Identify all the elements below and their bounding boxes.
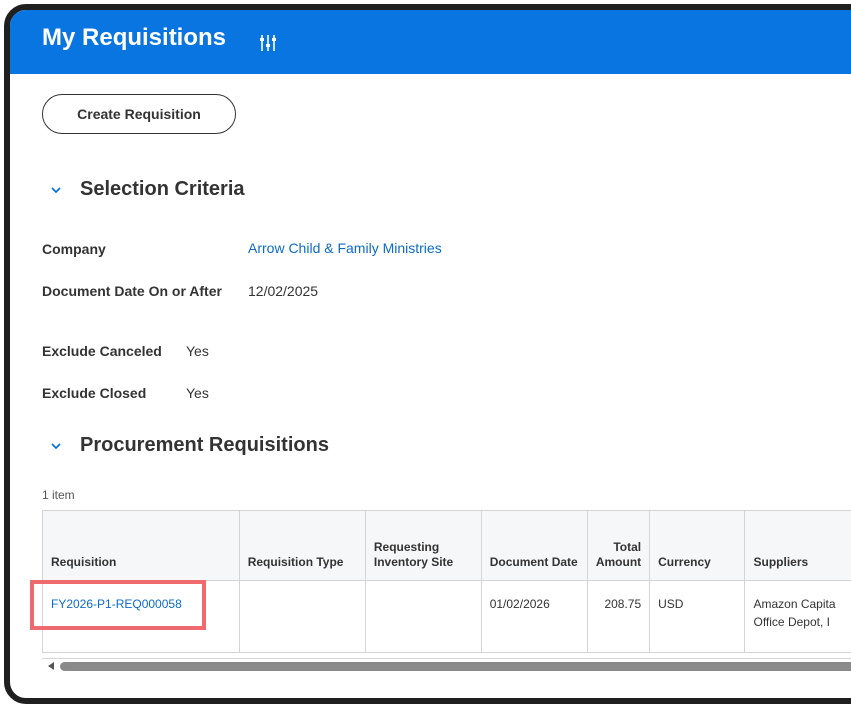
requisitions-table: Requisition Requisition Type Requesting … (42, 510, 851, 653)
table-header-row: Requisition Requisition Type Requesting … (43, 511, 851, 581)
column-header[interactable]: Requisition (43, 511, 240, 581)
company-link[interactable]: Arrow Child & Family Ministries (248, 240, 442, 256)
column-header[interactable]: Total Amount (587, 511, 649, 581)
exclude-canceled-label: Exclude Canceled (42, 343, 162, 359)
company-label: Company (42, 241, 106, 257)
column-header[interactable]: Requisition Type (239, 511, 365, 581)
scrollbar-thumb[interactable] (60, 662, 851, 671)
procurement-requisitions-header[interactable]: Procurement Requisitions (48, 434, 329, 457)
inventory-site-cell (365, 581, 481, 653)
exclude-canceled-value: Yes (186, 343, 209, 359)
requisition-cell: FY2026-P1-REQ000058 (43, 581, 240, 653)
page-header: My Requisitions (10, 10, 851, 74)
app-window: My Requisitions Create Requisition Selec… (4, 4, 851, 704)
exclude-closed-label: Exclude Closed (42, 385, 146, 401)
column-header[interactable]: Suppliers (745, 511, 851, 581)
selection-criteria-header[interactable]: Selection Criteria (48, 178, 245, 201)
document-date-label: Document Date On or After (42, 283, 222, 299)
chevron-down-icon (48, 182, 64, 198)
document-date-cell: 01/02/2026 (481, 581, 587, 653)
section-title: Selection Criteria (80, 178, 245, 201)
requisition-link[interactable]: FY2026-P1-REQ000058 (51, 597, 182, 611)
document-date-value: 12/02/2025 (248, 283, 318, 299)
chevron-down-icon (48, 438, 64, 454)
table-row: FY2026-P1-REQ000058 01/02/2026 208.75 US… (43, 581, 851, 653)
horizontal-scrollbar[interactable] (42, 658, 851, 673)
suppliers-cell: Amazon Capita Office Depot, I (745, 581, 851, 653)
column-header[interactable]: Currency (650, 511, 745, 581)
requisition-type-cell (239, 581, 365, 653)
exclude-closed-value: Yes (186, 385, 209, 401)
total-amount-cell: 208.75 (587, 581, 649, 653)
column-header[interactable]: Requesting Inventory Site (365, 511, 481, 581)
sliders-icon[interactable] (258, 34, 278, 52)
item-count: 1 item (42, 488, 75, 502)
supplier-name: Office Depot, I (753, 611, 851, 633)
page-title: My Requisitions (42, 24, 226, 52)
scroll-left-arrow-icon[interactable] (48, 662, 54, 670)
column-header[interactable]: Document Date (481, 511, 587, 581)
section-title: Procurement Requisitions (80, 434, 329, 457)
create-requisition-button[interactable]: Create Requisition (42, 94, 236, 134)
currency-cell: USD (650, 581, 745, 653)
